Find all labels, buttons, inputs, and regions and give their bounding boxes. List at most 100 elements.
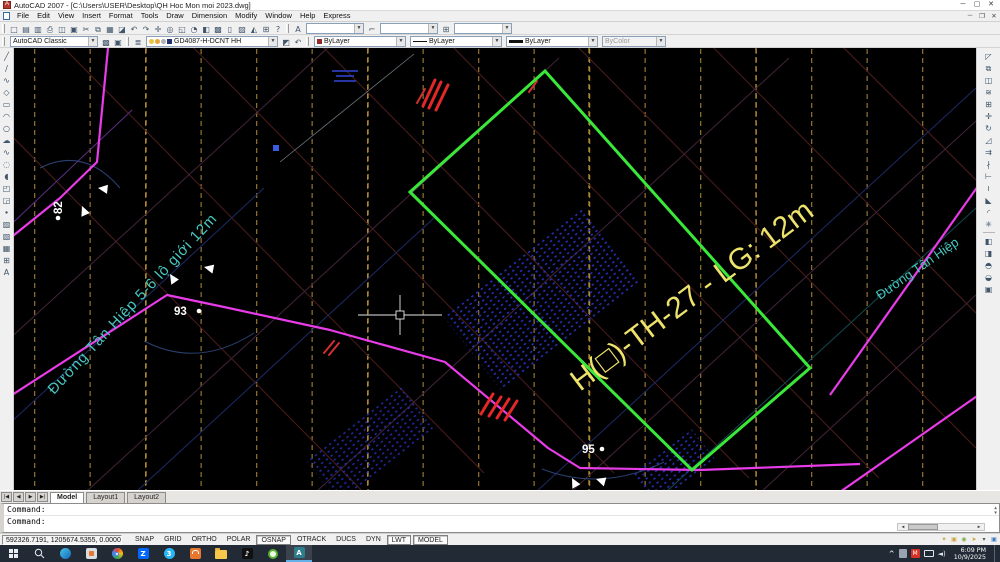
coordinate-readout[interactable]: 592326.7191, 1205674.5355, 0.0000 [2, 535, 122, 545]
menu-insert[interactable]: Insert [78, 11, 105, 21]
toggle-dyn[interactable]: DYN [362, 535, 385, 545]
hatch-icon[interactable]: ▨ [1, 218, 13, 230]
open-icon[interactable]: ▤ [20, 23, 32, 34]
menu-tools[interactable]: Tools [137, 11, 163, 21]
tab-nav-1[interactable]: ◀ [13, 492, 24, 502]
command-hscrollbar[interactable]: ◀ ▶ [897, 523, 985, 531]
rotate-icon[interactable]: ↻ [982, 122, 995, 134]
mdi-minimize-button[interactable]: ─ [964, 12, 976, 20]
layers-grip[interactable] [126, 37, 129, 46]
table-icon[interactable]: ⊞ [1, 254, 13, 266]
dim-style-icon[interactable]: ⌐ [366, 23, 378, 34]
move-icon[interactable]: ✛ [982, 110, 995, 122]
construction-line-icon[interactable]: ∕ [1, 62, 13, 74]
text-style-combo[interactable]: ▼ [306, 23, 364, 34]
workspace-save-icon[interactable]: ▣ [112, 36, 124, 47]
tray-mail-icon[interactable]: M [911, 549, 920, 558]
taskbar-green-app[interactable] [260, 545, 286, 562]
clean-screen-icon[interactable]: ▣ [990, 536, 998, 544]
zoom-realtime-icon[interactable]: ◎ [164, 23, 176, 34]
fillet-icon[interactable]: ◜ [982, 206, 995, 218]
color-combo[interactable]: ByLayer ▼ [314, 36, 406, 47]
menu-format[interactable]: Format [105, 11, 137, 21]
tray-menu-arrow-icon[interactable]: ▾ [980, 536, 988, 544]
search-button[interactable] [26, 545, 52, 562]
workspace-settings-icon[interactable]: ▩ [100, 36, 112, 47]
explode-icon[interactable]: ✳ [982, 218, 995, 230]
command-window[interactable]: Command: Command: ▲▼ ◀ ▶ [0, 503, 1000, 533]
array-icon[interactable]: ⊞ [982, 98, 995, 110]
tray-chevron-icon[interactable]: ^ [889, 550, 895, 558]
menu-view[interactable]: View [54, 11, 78, 21]
tool-palettes-icon[interactable]: ▯ [224, 23, 236, 34]
stretch-icon[interactable]: ⇉ [982, 146, 995, 158]
toggle-ducs[interactable]: DUCS [332, 535, 360, 545]
combo-arrow-icon[interactable]: ▼ [88, 37, 97, 46]
linetype-combo[interactable]: ByLayer ▼ [410, 36, 502, 47]
tab-model[interactable]: Model [50, 492, 84, 503]
match-properties-icon[interactable]: ◪ [116, 23, 128, 34]
scale-icon[interactable]: ◿ [982, 134, 995, 146]
sheet-set-manager-icon[interactable]: ▨ [236, 23, 248, 34]
make-block-icon[interactable]: ◲ [1, 194, 13, 206]
toggle-model[interactable]: MODEL [413, 535, 448, 545]
polygon-icon[interactable]: ◇ [1, 86, 13, 98]
draworder-icon[interactable]: ▣ [982, 283, 995, 295]
region-icon[interactable]: ▦ [1, 242, 13, 254]
undo-icon[interactable]: ↶ [128, 23, 140, 34]
command-scroll-spinner[interactable]: ▲▼ [994, 506, 997, 516]
layer-previous-icon[interactable]: ↶ [292, 36, 304, 47]
send-below-icon[interactable]: ◒ [982, 271, 995, 283]
redo-icon[interactable]: ↷ [140, 23, 152, 34]
tab-layout2[interactable]: Layout2 [127, 492, 166, 503]
tab-nav-3[interactable]: ▶| [37, 492, 48, 502]
publish-icon[interactable]: ▣ [68, 23, 80, 34]
maximize-button[interactable]: ▢ [970, 0, 984, 10]
show-desktop-button[interactable] [994, 545, 998, 562]
properties-grip[interactable] [306, 37, 309, 46]
toggle-lwt[interactable]: LWT [387, 535, 411, 545]
combo-arrow-icon[interactable]: ▼ [502, 24, 511, 33]
help-icon[interactable]: ? [272, 23, 284, 34]
menu-edit[interactable]: Edit [33, 11, 54, 21]
bring-to-front-icon[interactable]: ◧ [982, 235, 995, 247]
combo-arrow-icon[interactable]: ▼ [492, 37, 501, 46]
toggle-snap[interactable]: SNAP [131, 535, 158, 545]
mirror-icon[interactable]: ◫ [982, 74, 995, 86]
insert-block-icon[interactable]: ◰ [1, 182, 13, 194]
ellipse-icon[interactable]: ◌ [1, 158, 13, 170]
break-icon[interactable]: ≀ [982, 182, 995, 194]
taskbar-store[interactable] [182, 545, 208, 562]
taskbar-clock[interactable]: 6:09 PM 10/9/2025 [950, 547, 990, 561]
combo-arrow-icon[interactable]: ▼ [428, 24, 437, 33]
table-style-icon[interactable]: ⊞ [440, 23, 452, 34]
text-style-icon[interactable]: A [292, 23, 304, 34]
workspace-combo[interactable]: AutoCAD Classic▼ [10, 36, 98, 47]
toggle-grid[interactable]: GRID [160, 535, 186, 545]
scroll-right-icon[interactable]: ▶ [974, 525, 984, 530]
taskbar-blue-app[interactable]: 3 [156, 545, 182, 562]
layer-combo[interactable]: GD4087-H-DCNT HH ▼ [146, 36, 278, 47]
polyline-icon[interactable]: ∿ [1, 74, 13, 86]
network-display-icon[interactable] [924, 550, 934, 557]
layer-properties-icon[interactable]: ≣ [132, 36, 144, 47]
styles-toolbar-grip[interactable] [286, 24, 289, 33]
layer-on-icon[interactable] [149, 39, 154, 44]
designcenter-icon[interactable]: ▩ [212, 23, 224, 34]
drawing-canvas[interactable]: 82 93 95 H(□)-TH-27 - LG: 12m Đường Tân [14, 48, 976, 490]
cut-icon[interactable]: ✂ [80, 23, 92, 34]
menu-dimension[interactable]: Dimension [188, 11, 231, 21]
save-icon[interactable]: ▥ [32, 23, 44, 34]
taskbar-autocad-active[interactable]: A [286, 545, 312, 562]
annotation-scale-icon[interactable]: ✦ [940, 536, 948, 544]
offset-icon[interactable]: ≋ [982, 86, 995, 98]
taskbar-chrome[interactable] [104, 545, 130, 562]
toggle-ortho[interactable]: ORTHO [188, 535, 221, 545]
menu-draw[interactable]: Draw [162, 11, 188, 21]
scroll-down-icon[interactable]: ▼ [994, 511, 997, 516]
menu-file[interactable]: File [13, 11, 33, 21]
gradient-icon[interactable]: ▧ [1, 230, 13, 242]
copy-icon[interactable]: ⧉ [982, 62, 995, 74]
menu-window[interactable]: Window [261, 11, 296, 21]
combo-arrow-icon[interactable]: ▼ [268, 37, 277, 46]
